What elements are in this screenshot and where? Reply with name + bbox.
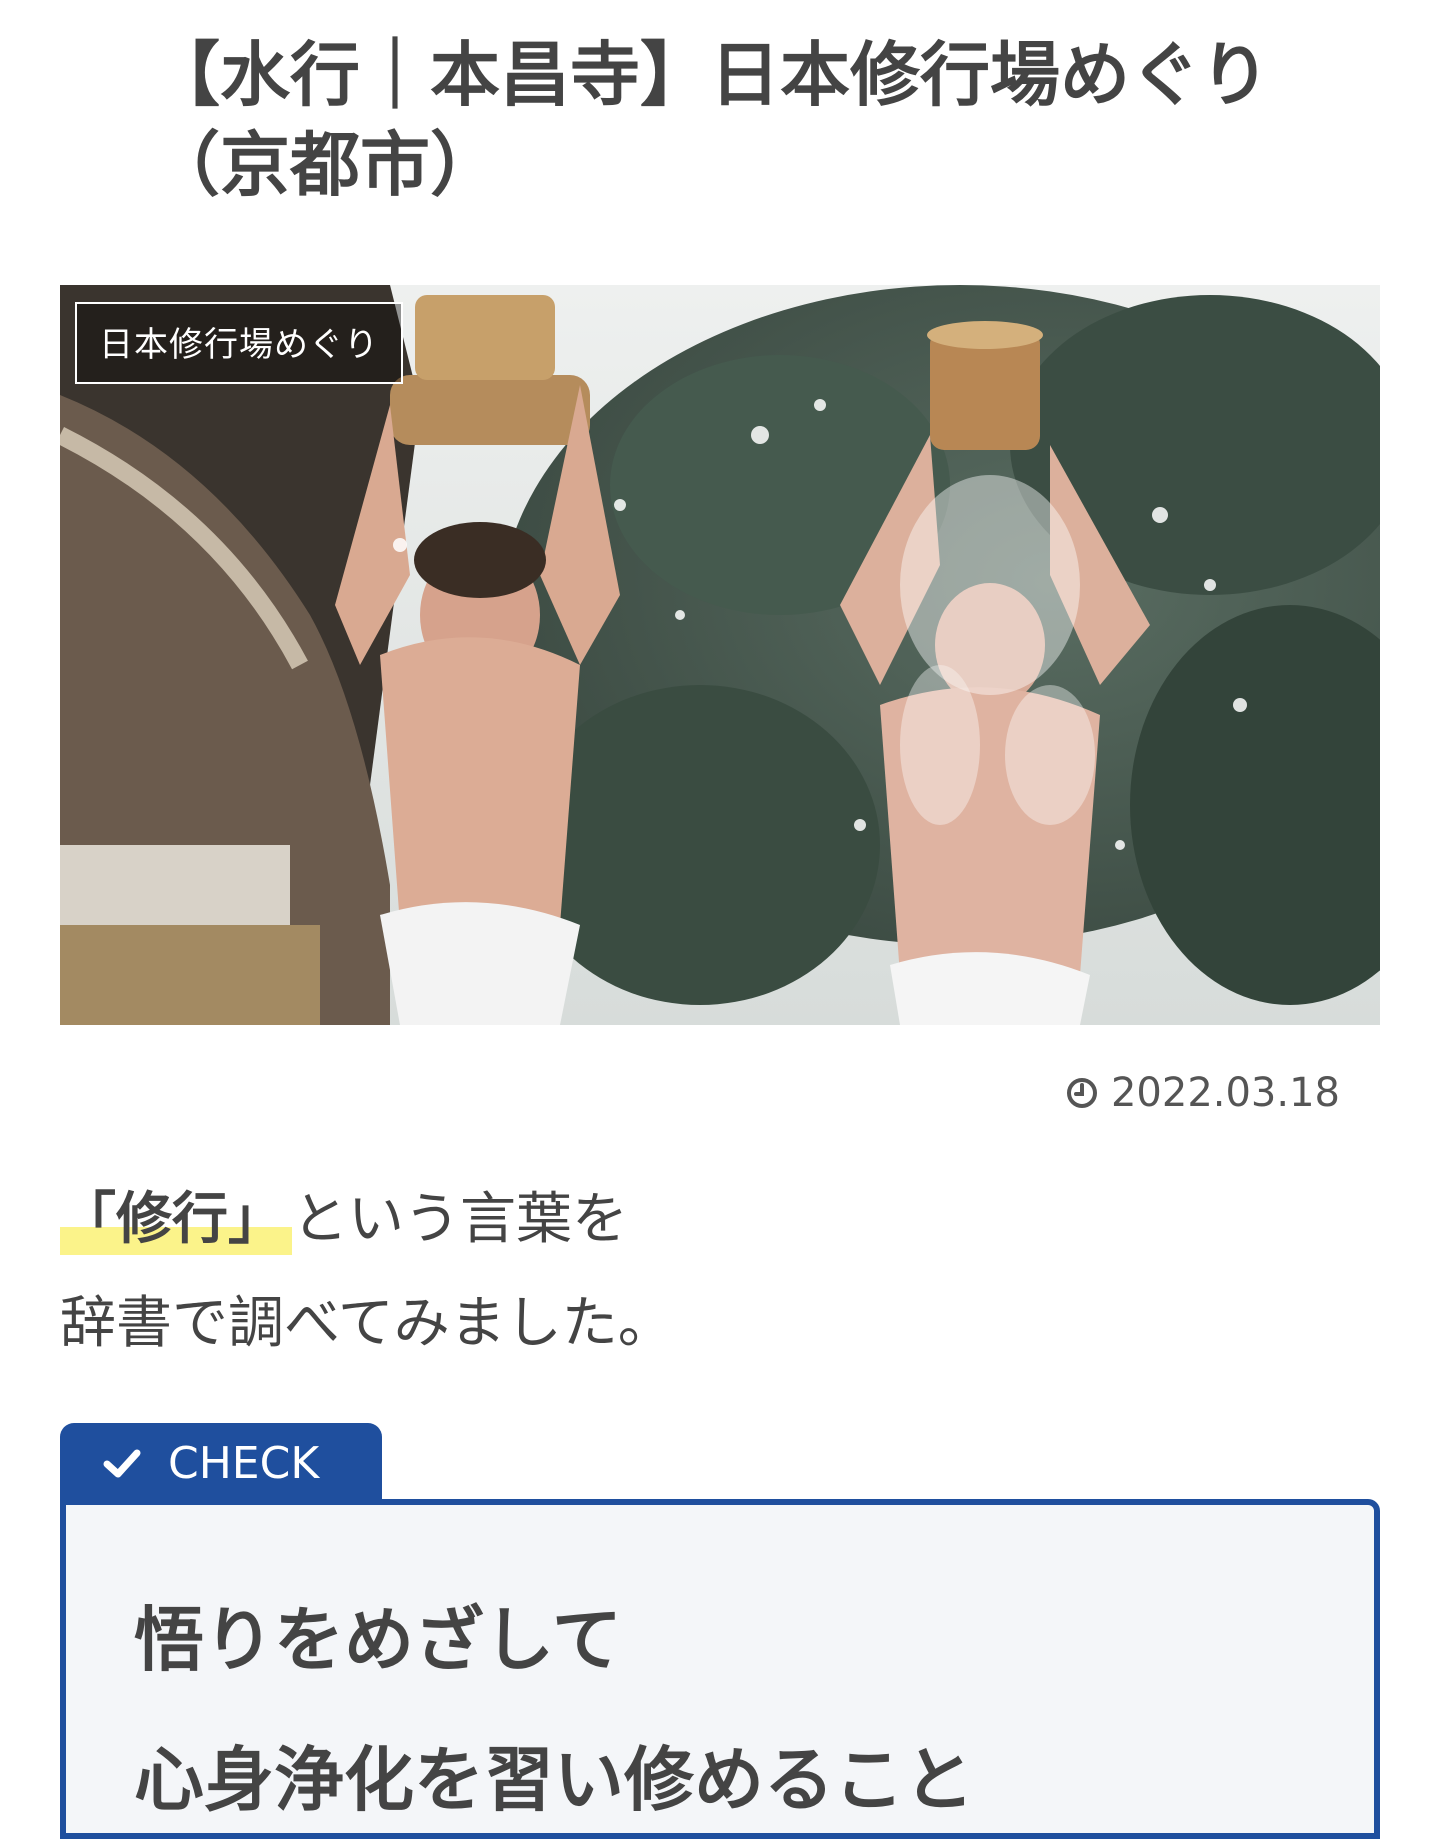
category-tag[interactable]: 日本修行場めぐり <box>75 302 403 384</box>
check-tab-label: CHECK <box>168 1437 320 1489</box>
check-icon <box>103 1449 141 1478</box>
hero-image: 日本修行場めぐり <box>60 285 1380 1025</box>
date-text: 2022.03.18 <box>1110 1070 1340 1116</box>
lead-line2-text: 辞書で調べてみました。 <box>60 1291 674 1356</box>
page-title: 【水行｜本昌寺】日本修行場めぐり（京都市） <box>150 34 1270 206</box>
hero-photo-illustration <box>60 285 1380 1025</box>
check-box: 悟りをめざして 心身浄化を習い修めること <box>60 1499 1380 1839</box>
lead-line1-text: という言葉を <box>292 1187 628 1252</box>
publish-date: 2022.03.18 <box>1065 1068 1340 1118</box>
highlighted-term: 「修行」 <box>60 1185 292 1255</box>
check-tab: CHECK <box>60 1423 382 1503</box>
clock-icon <box>1066 1078 1097 1108</box>
check-line-1: 悟りをめざして <box>134 1599 622 1681</box>
check-line-2: 心身浄化を習い修めること <box>134 1739 974 1821</box>
lead-paragraph: 「修行」 という言葉を 辞書で調べてみました。 <box>60 1185 1380 1359</box>
